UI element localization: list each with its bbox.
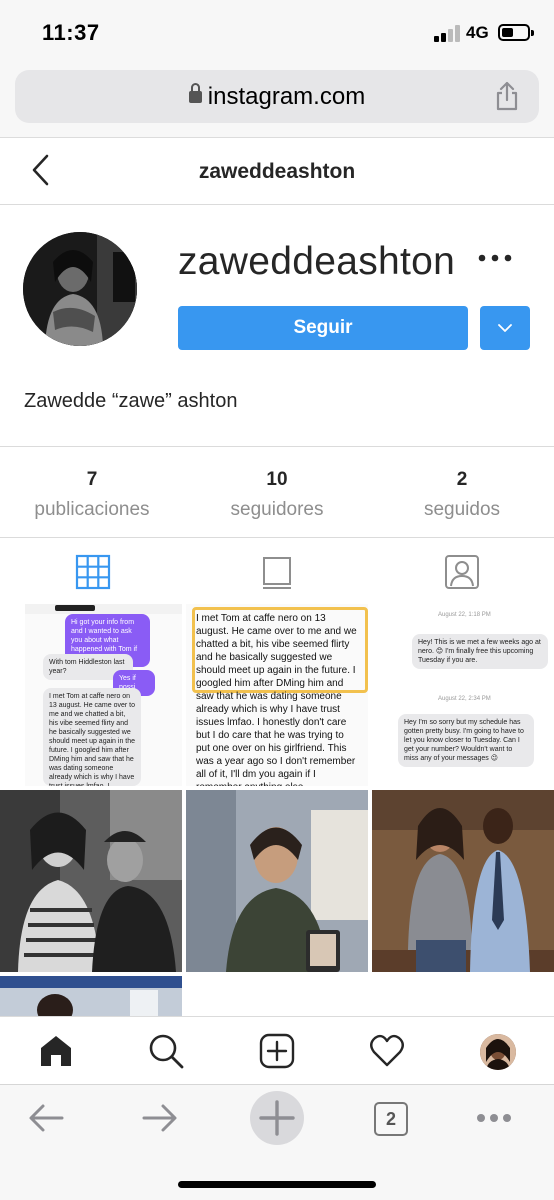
post-thumbnail[interactable]: [372, 790, 554, 972]
stat-following-value: 2: [456, 469, 468, 490]
chat-bubble: I met Tom at caffe nero on 13 august. He…: [43, 688, 141, 786]
post-thumbnail[interactable]: [0, 976, 182, 1016]
stat-posts: 7 publicaciones: [0, 469, 184, 521]
profile-bio: Zawedde “zawe” ashton: [24, 390, 238, 412]
post-thumbnail[interactable]: I met Tom at caffe nero on 13 august. He…: [186, 604, 368, 786]
chevron-down-icon: [498, 324, 512, 332]
note-text: I met Tom at caffe nero on 13 august. He…: [196, 613, 357, 786]
url-text: instagram.com: [207, 83, 366, 110]
home-icon[interactable]: [38, 1033, 74, 1069]
home-indicator: [178, 1181, 376, 1188]
search-icon[interactable]: [148, 1033, 184, 1069]
share-icon[interactable]: [493, 81, 521, 111]
header-title: zaweddeashton: [198, 160, 356, 183]
signal-icon: [434, 25, 460, 42]
profile-avatar[interactable]: [23, 232, 137, 346]
profile-header: zaweddeashton: [0, 139, 554, 205]
profile-tabs: [0, 538, 554, 604]
browser-forward-icon[interactable]: [140, 1101, 180, 1135]
chat-bubble: Hey I'm so sorry but my schedule has got…: [398, 714, 534, 767]
status-bar: 11:37 4G: [0, 0, 554, 62]
url-bar[interactable]: instagram.com: [15, 70, 539, 123]
chat-bubble: Hey! This is we met a few weeks ago at n…: [412, 634, 548, 669]
heart-icon[interactable]: [369, 1033, 405, 1069]
more-options-icon[interactable]: [478, 251, 512, 265]
plus-icon: [259, 1100, 295, 1136]
post-thumbnail[interactable]: August 22, 1:18 PM Hey! This is we met a…: [372, 604, 554, 786]
url-display: instagram.com: [15, 83, 539, 111]
photo-image: [372, 790, 554, 972]
stat-following[interactable]: 2 seguidos: [370, 469, 554, 521]
stat-followers-value: 10: [266, 469, 288, 490]
tab-feed-icon[interactable]: [257, 552, 297, 592]
follow-button[interactable]: Seguir: [178, 306, 468, 350]
post-thumbnail[interactable]: [0, 790, 182, 972]
profile-avatar-small[interactable]: [480, 1034, 516, 1070]
photo-image: [0, 790, 182, 972]
new-post-icon[interactable]: [259, 1033, 295, 1069]
profile-stats: 7 publicaciones 10 seguidores 2 seguidos: [0, 446, 554, 538]
status-time: 11:37: [42, 20, 100, 45]
stat-followers[interactable]: 10 seguidores: [185, 469, 369, 521]
stat-followers-label: seguidores: [230, 499, 324, 520]
stat-following-label: seguidos: [423, 499, 501, 520]
browser-back-icon[interactable]: [26, 1101, 66, 1135]
lock-icon: [188, 83, 202, 103]
photo-image: [186, 790, 368, 972]
suggestions-dropdown-button[interactable]: [480, 306, 530, 350]
tab-tagged-icon[interactable]: [442, 552, 482, 592]
post-thumbnail[interactable]: [186, 790, 368, 972]
chat-date: August 22, 1:18 PM: [438, 612, 491, 618]
battery-icon: [498, 24, 534, 41]
more-icon[interactable]: [474, 1101, 514, 1135]
new-tab-button[interactable]: [250, 1091, 304, 1145]
chat-date: August 22, 2:34 PM: [438, 696, 491, 702]
network-label: 4G: [466, 23, 489, 42]
post-thumbnail[interactable]: Hi got your info from and I wanted to as…: [25, 604, 182, 786]
tabs-button[interactable]: 2: [374, 1102, 408, 1136]
browser-toolbar: 2: [0, 1084, 554, 1200]
stat-posts-value: 7: [86, 469, 98, 490]
posts-grid: Hi got your info from and I wanted to as…: [0, 604, 554, 1016]
photo-image: [0, 976, 182, 1016]
tab-grid-icon[interactable]: [73, 552, 113, 592]
instagram-bottom-nav: [0, 1016, 554, 1084]
profile-username: zaweddeashton: [178, 240, 456, 283]
stat-posts-label: publicaciones: [34, 499, 150, 520]
browser-address-area: instagram.com: [0, 62, 554, 138]
